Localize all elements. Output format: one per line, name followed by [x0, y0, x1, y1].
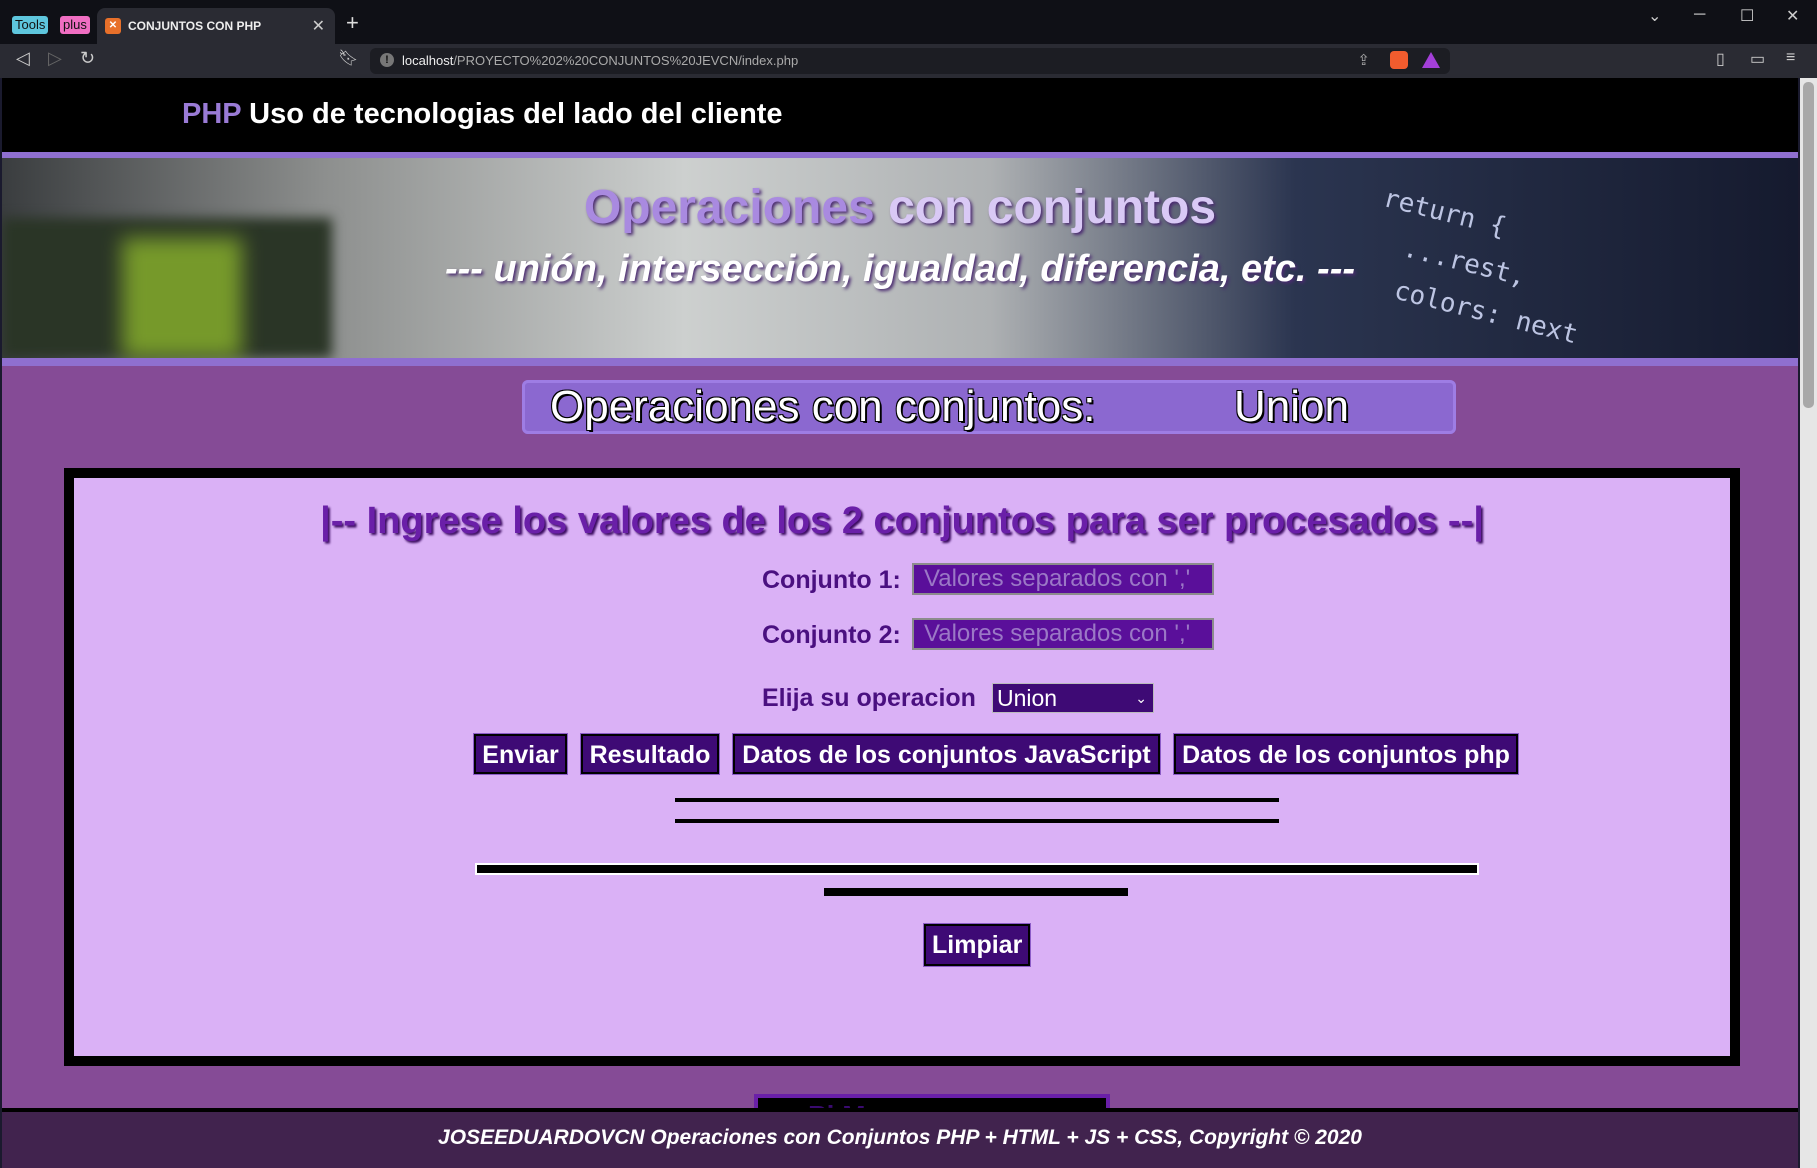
xampp-favicon-icon: ✕: [105, 18, 121, 34]
tab-title: CONJUNTOS CON PHP: [128, 19, 262, 33]
url-text: localhost/PROYECTO%202%20CONJUNTOS%20JEV…: [402, 53, 799, 68]
footer-text: JOSEEDUARDOVCN Operaciones con Conjuntos…: [438, 1126, 1362, 1149]
hero-divider: [2, 358, 1798, 366]
result-line-3: [824, 888, 1128, 896]
clear-button[interactable]: Limpiar: [923, 923, 1031, 967]
js-data-button[interactable]: Datos de los conjuntos JavaScript: [732, 733, 1161, 775]
share-icon[interactable]: ⇪: [1357, 51, 1370, 69]
brand-php: PHP: [182, 98, 242, 130]
hero-subtitle: --- unión, intersección, igualdad, difer…: [445, 248, 1355, 290]
browser-tab-active[interactable]: ✕ CONJUNTOS CON PHP ✕: [97, 8, 335, 44]
result-button[interactable]: Resultado: [580, 733, 720, 775]
page-scrollbar[interactable]: [1800, 78, 1817, 1168]
chevron-down-icon: ⌄: [1135, 690, 1147, 706]
operation-banner-label: Operaciones con conjuntos:: [550, 382, 1096, 431]
back-icon[interactable]: ◁: [16, 48, 30, 69]
address-bar[interactable]: ! localhost/PROYECTO%202%20CONJUNTOS%20J…: [370, 48, 1450, 74]
site-brand: PHP Uso de tecnologias del lado del clie…: [182, 98, 783, 131]
set2-input[interactable]: [912, 618, 1214, 650]
result-line-2: [675, 819, 1279, 823]
minimize-icon[interactable]: ─: [1694, 6, 1705, 24]
form-card: |-- Ingrese los valores de los 2 conjunt…: [64, 468, 1740, 1066]
new-tab-icon[interactable]: +: [346, 10, 359, 36]
result-line-1: [675, 798, 1279, 802]
site-info-icon[interactable]: !: [380, 53, 394, 67]
form-heading: |-- Ingrese los valores de los 2 conjunt…: [320, 500, 1484, 542]
send-button[interactable]: Enviar: [473, 733, 568, 775]
operation-banner: Operaciones con conjuntos: Union: [522, 380, 1456, 434]
brave-shields-icon[interactable]: [1390, 51, 1408, 69]
sidebar-toggle-icon[interactable]: ▯: [1716, 49, 1725, 69]
page-content: PHP Uso de tecnologias del lado del clie…: [2, 78, 1798, 1168]
browser-toolbar: ◁ ▷ ↻ 🔖︎ ! localhost/PROYECTO%202%20CONJ…: [0, 44, 1817, 78]
tab-close-icon[interactable]: ✕: [312, 16, 325, 36]
operation-label: Elija su operacion: [762, 684, 976, 712]
operation-banner-value: Union: [1234, 382, 1349, 431]
set2-label: Conjunto 2:: [762, 621, 901, 649]
site-footer: JOSEEDUARDOVCN Operaciones con Conjuntos…: [2, 1108, 1798, 1168]
set1-input[interactable]: [912, 563, 1214, 595]
bookmark-icon[interactable]: 🔖︎: [338, 48, 358, 68]
result-bar: [475, 863, 1479, 875]
brave-rewards-icon[interactable]: [1422, 52, 1440, 68]
tab-group-tools[interactable]: Tools: [12, 16, 49, 34]
wallet-icon[interactable]: ▭: [1750, 49, 1765, 69]
scrollbar-thumb[interactable]: [1803, 82, 1814, 408]
hero-title: Operaciones con conjuntos: [583, 181, 1217, 234]
reload-icon[interactable]: ↻: [80, 48, 95, 69]
brand-text: Uso de tecnologias del lado del cliente: [241, 98, 783, 130]
operation-select[interactable]: Union ⌄: [992, 683, 1154, 713]
window-close-icon[interactable]: ✕: [1786, 6, 1799, 26]
browser-tab-bar: Tools plus ✕ CONJUNTOS CON PHP ✕ + ⌄ ─ ☐…: [0, 0, 1817, 44]
tab-group-plus[interactable]: plus: [60, 16, 90, 34]
menu-icon[interactable]: ≡: [1786, 49, 1795, 67]
forward-icon[interactable]: ▷: [48, 48, 62, 69]
maximize-icon[interactable]: ☐: [1740, 6, 1754, 26]
operation-select-value: Union: [997, 685, 1058, 711]
hero-banner: return { ...rest, colors: next Operacion…: [2, 158, 1798, 358]
site-header: PHP Uso de tecnologias del lado del clie…: [2, 78, 1798, 158]
set1-label: Conjunto 1:: [762, 566, 901, 594]
php-data-button[interactable]: Datos de los conjuntos php: [1173, 733, 1519, 775]
tab-search-chevron-icon[interactable]: ⌄: [1648, 6, 1661, 26]
